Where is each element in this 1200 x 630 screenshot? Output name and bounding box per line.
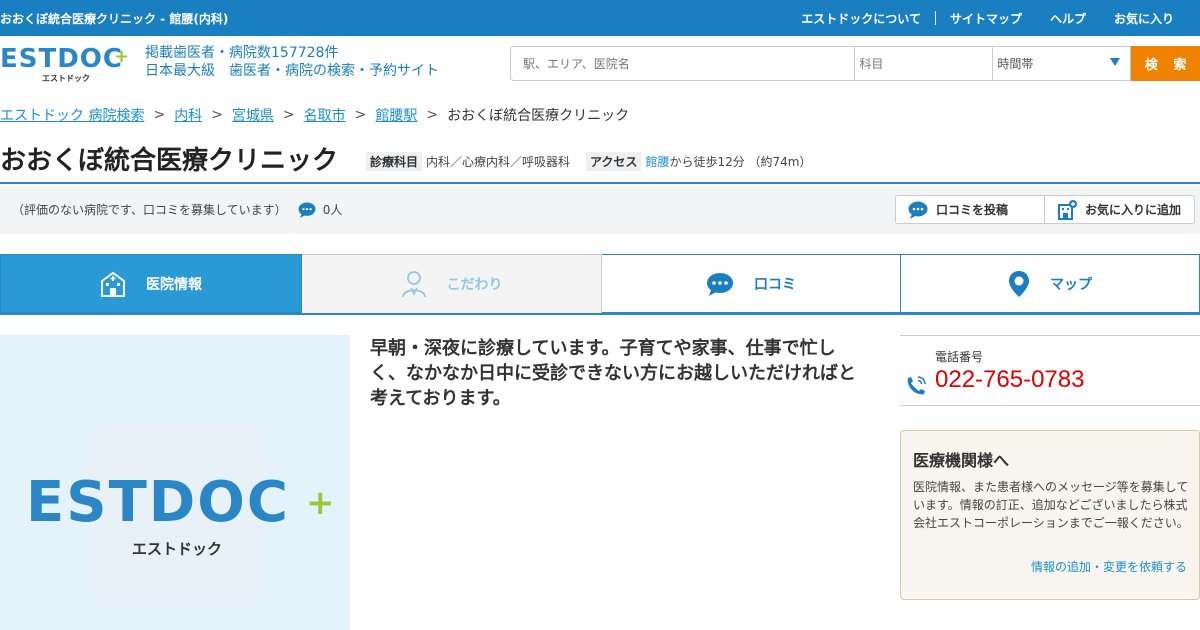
review-count: 0人 bbox=[322, 203, 343, 217]
station-search-input[interactable] bbox=[510, 46, 856, 81]
logo-plus-icon: + bbox=[306, 483, 335, 523]
chat-bubble-icon bbox=[707, 272, 733, 296]
breadcrumb-separator: > bbox=[282, 107, 295, 123]
request-update-link[interactable]: 情報の追加・変更を依頼する bbox=[1031, 558, 1187, 575]
breadcrumb-station[interactable]: 館腰駅 bbox=[375, 105, 417, 125]
add-favorite-label: お気に入りに追加 bbox=[1085, 203, 1182, 217]
breadcrumb-separator: > bbox=[426, 107, 439, 123]
breadcrumb-current: おおくぼ統合医療クリニック bbox=[447, 108, 630, 124]
time-select-value: 時間帯 bbox=[997, 57, 1034, 71]
access-station-link[interactable]: 館腰 bbox=[645, 153, 669, 170]
clinic-title-row: おおくぼ統合医療クリニック 診療科目 内科／心療内科／呼吸器科 アクセス 館腰 … bbox=[0, 140, 1200, 184]
chat-bubble-icon bbox=[908, 201, 928, 219]
review-summary: （評価のない病院です、口コミを募集しています） 0人 bbox=[12, 201, 342, 218]
tab-label: 口コミ bbox=[754, 276, 796, 293]
dept-search-input[interactable] bbox=[855, 46, 994, 81]
breadcrumb-separator: > bbox=[211, 107, 223, 123]
review-bar: （評価のない病院です、口コミを募集しています） 0人 口コミを投稿 お気に入りに… bbox=[0, 186, 1200, 234]
search-form: 時間帯 検 索 bbox=[510, 46, 1200, 81]
nav-about[interactable]: エストドックについて bbox=[787, 10, 935, 27]
placeholder-logo-kana: エストドック bbox=[132, 540, 223, 558]
logo-kana: エストドック bbox=[42, 74, 90, 83]
search-button[interactable]: 検 索 bbox=[1131, 46, 1200, 81]
clinic-intro: 早朝・深夜に診療しています。子育てや家事、仕事で忙しく、なかなか日中に受診できな… bbox=[370, 338, 856, 409]
tagline-desc: 日本最大級 歯医者・病院の検索・予約サイト bbox=[145, 63, 439, 79]
chat-bubble-icon bbox=[298, 201, 316, 218]
tagline: 掲載歯医者・病院数157728件 日本最大級 歯医者・病院の検索・予約サイト bbox=[145, 44, 439, 80]
clinic-tabs: 医院情報 こだわり 口コミ マップ bbox=[0, 254, 1200, 315]
tab-map[interactable]: マップ bbox=[901, 254, 1200, 313]
page-title: おおくぼ統合医療クリニック bbox=[0, 146, 339, 176]
tab-label: マップ bbox=[1050, 276, 1092, 293]
nav-help[interactable]: ヘルプ bbox=[1036, 10, 1100, 27]
breadcrumb-separator: > bbox=[354, 107, 367, 123]
tab-reviews[interactable]: 口コミ bbox=[602, 254, 901, 313]
tagline-count: 掲載歯医者・病院数157728件 bbox=[145, 45, 339, 61]
site-logo[interactable]: ESTDOC + エストドック bbox=[0, 44, 130, 83]
clinic-meta: 診療科目 内科／心療内科／呼吸器科 アクセス 館腰 から徒歩12分 （約74m） bbox=[366, 152, 828, 171]
breadcrumb: エストドック 病院検索 > 内科 > 宮城県 > 名取市 > 館腰駅 > おおく… bbox=[0, 105, 629, 125]
phone-label: 電話番号 bbox=[935, 350, 984, 364]
time-select[interactable]: 時間帯 bbox=[993, 46, 1132, 81]
dept-label: 診療科目 bbox=[366, 152, 423, 171]
hospital-icon bbox=[101, 271, 125, 297]
access-value: から徒歩12分 （約74m） bbox=[669, 155, 812, 169]
phone-number[interactable]: 022-765-0783 bbox=[935, 366, 1084, 394]
top-nav: エストドックについて サイトマップ ヘルプ お気に入り bbox=[787, 10, 1200, 27]
tab-features[interactable]: こだわり bbox=[302, 254, 602, 313]
site-title: おおくぼ統合医療クリニック - 館腰(内科) bbox=[0, 11, 229, 26]
nav-sitemap[interactable]: サイトマップ bbox=[936, 10, 1036, 27]
phone-box: 電話番号 022-765-0783 bbox=[900, 335, 1200, 406]
breadcrumb-city[interactable]: 名取市 bbox=[304, 105, 346, 125]
breadcrumb-home[interactable]: エストドック 病院検索 bbox=[0, 105, 144, 125]
clinic-image: ESTDOC + エストドック bbox=[0, 335, 350, 630]
top-bar: おおくぼ統合医療クリニック - 館腰(内科) エストドックについて サイトマップ… bbox=[0, 0, 1200, 36]
post-review-button[interactable]: 口コミを投稿 bbox=[895, 195, 1045, 224]
breadcrumb-dept[interactable]: 内科 bbox=[174, 105, 202, 125]
add-favorite-button[interactable]: お気に入りに追加 bbox=[1045, 195, 1195, 224]
review-actions: 口コミを投稿 お気に入りに追加 bbox=[895, 195, 1195, 224]
post-review-label: 口コミを投稿 bbox=[936, 203, 1009, 217]
access-label: アクセス bbox=[586, 152, 642, 171]
review-status-text: （評価のない病院です、口コミを募集しています） bbox=[12, 203, 287, 217]
dept-value: 内科／心療内科／呼吸器科 bbox=[426, 155, 571, 169]
tab-label: 医院情報 bbox=[146, 276, 202, 293]
tab-clinic-info[interactable]: 医院情報 bbox=[0, 254, 302, 313]
logo-text: ESTDOC bbox=[0, 44, 123, 74]
info-box-title: 医療機関様へ bbox=[913, 451, 1010, 470]
nav-favorites[interactable]: お気に入り bbox=[1100, 10, 1188, 27]
phone-icon bbox=[907, 376, 926, 395]
tab-label: こだわり bbox=[446, 277, 503, 293]
hospital-plus-icon bbox=[1058, 199, 1077, 220]
breadcrumb-prefecture[interactable]: 宮城県 bbox=[232, 105, 274, 125]
info-box-text: 医院情報、また患者様へのメッセージ等を募集しています。情報の訂正、追加などござい… bbox=[913, 480, 1189, 530]
breadcrumb-separator: > bbox=[153, 107, 166, 123]
provider-info-box: 医療機関様へ 医院情報、また患者様へのメッセージ等を募集しています。情報の訂正、… bbox=[900, 430, 1200, 600]
chevron-down-icon bbox=[1110, 58, 1121, 66]
logo-plus-icon: + bbox=[114, 46, 130, 67]
map-pin-icon bbox=[1009, 270, 1029, 297]
header: ESTDOC + エストドック 掲載歯医者・病院数157728件 日本最大級 歯… bbox=[0, 36, 1200, 92]
doctor-icon bbox=[401, 271, 426, 298]
placeholder-logo-text: ESTDOC bbox=[26, 470, 290, 535]
